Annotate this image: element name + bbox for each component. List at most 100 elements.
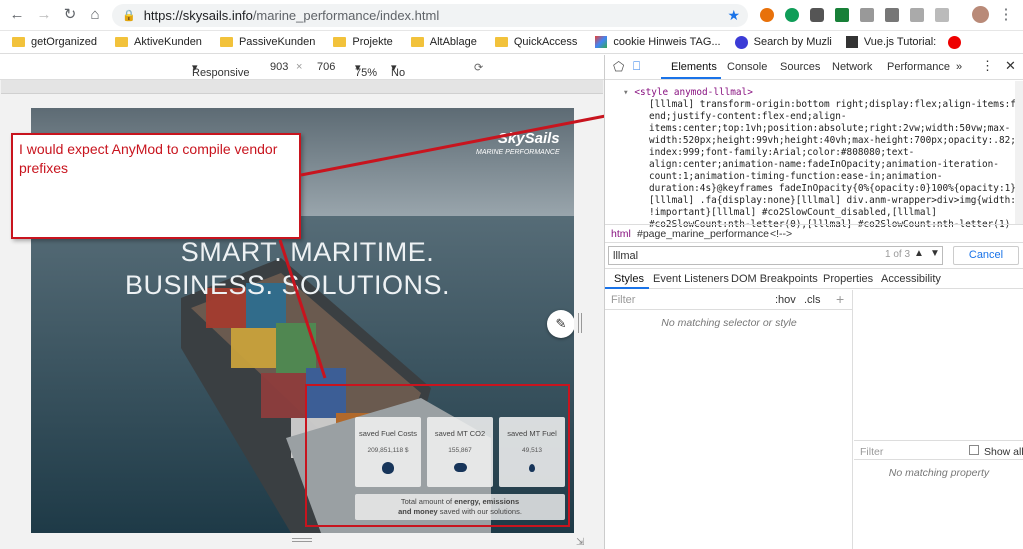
back-icon[interactable]: ← (8, 6, 26, 24)
home-icon[interactable]: ⌂ (86, 6, 104, 24)
code-line[interactable]: width:520px;height:99vh;height:40vh;max-… (649, 135, 1015, 147)
device-mode-icon[interactable]: ⎕ (633, 59, 640, 74)
extension-icon[interactable] (835, 8, 849, 22)
resize-handle-bottom[interactable] (292, 538, 312, 542)
height-input[interactable]: 706 (317, 61, 335, 73)
annotation-callout: I would expect AnyMod to compile vendor … (11, 133, 301, 239)
code-line[interactable]: [lllmal] transform-origin:bottom right;d… (649, 99, 1015, 111)
record-icon[interactable] (948, 35, 962, 49)
tab-network[interactable]: Network (832, 61, 872, 73)
show-all-checkbox[interactable] (969, 445, 979, 455)
bookmark-item[interactable]: AltAblage (410, 36, 477, 48)
tab-dom-breakpoints[interactable]: DOM Breakpoints (731, 273, 818, 285)
address-bar[interactable]: 🔒 https://skysails.info /marine_performa… (112, 4, 748, 27)
tab-console[interactable]: Console (727, 61, 767, 73)
bookmark-star-icon[interactable]: ★ (727, 7, 740, 24)
bookmark-item[interactable]: Vue.js Tutorial: (845, 36, 936, 48)
inspect-icon[interactable]: ⬠ (613, 59, 624, 75)
prev-match-icon[interactable]: ▲ (914, 248, 924, 259)
search-row: lllmal 1 of 3 ▲ ▼ Cancel (605, 242, 1023, 269)
folder-icon (219, 37, 233, 47)
tab-elements[interactable]: Elements (671, 61, 717, 73)
extension-icon[interactable] (760, 8, 774, 22)
extension-icon[interactable] (810, 8, 824, 22)
device-select[interactable]: Responsive ▾ (192, 61, 249, 79)
logo-main: SkySails (497, 130, 560, 147)
bookmark-item[interactable]: cookie Hinweis TAG... (595, 36, 721, 48)
extension-icon[interactable] (785, 8, 799, 22)
hov-button[interactable]: :hov (775, 294, 796, 306)
extension-icon[interactable] (935, 8, 949, 22)
hero-headline: SMART. MARITIME. BUSINESS. SOLUTIONS. (124, 237, 451, 300)
folder-icon (333, 37, 347, 47)
devtools-tabbar: ⬠ ⎕ Elements Console Sources Network Per… (605, 55, 1023, 80)
next-match-icon[interactable]: ▼ (930, 248, 940, 259)
code-line[interactable]: count:1;animation-timing-function:ease-i… (649, 171, 943, 183)
menu-icon[interactable]: ⋮ (997, 6, 1015, 24)
styles-filter-input[interactable]: Filter (611, 294, 635, 306)
styles-tabbar: Styles Event Listeners DOM Breakpoints P… (605, 269, 1023, 289)
folder-icon (115, 37, 129, 47)
bookmarks-bar: getOrganized AktiveKunden PassiveKunden … (0, 31, 1023, 54)
code-scrollbar[interactable] (1015, 81, 1023, 224)
rotate-icon[interactable]: ⟳ (474, 61, 483, 74)
throttle-select[interactable]: No throttling ▾ (391, 61, 433, 91)
breadcrumb-item[interactable]: #page_marine_performance (637, 228, 769, 240)
annotation-highlight-box (305, 384, 570, 527)
bookmark-item[interactable]: QuickAccess (494, 36, 577, 48)
add-rule-icon[interactable]: + (836, 291, 844, 307)
logo: SkySails MARINE PERFORMANCE (476, 130, 560, 156)
extension-icon[interactable] (860, 8, 874, 22)
code-line[interactable]: items:center;top:1vh;position:absolute;r… (649, 123, 1010, 135)
tab-event-listeners[interactable]: Event Listeners (653, 273, 729, 285)
bookmark-item[interactable]: Search by Muzli (734, 35, 832, 49)
bookmark-item[interactable]: Projekte (333, 36, 393, 48)
search-count: 1 of 3 (885, 249, 911, 260)
breadcrumb: html #page_marine_performance <!--> (605, 224, 1023, 242)
dimension-separator: × (296, 61, 303, 73)
avatar[interactable] (972, 6, 989, 23)
styles-filter-row: Filter :hov .cls + (605, 290, 853, 310)
tab-performance[interactable]: Performance (887, 61, 950, 73)
cls-button[interactable]: .cls (804, 294, 821, 306)
bookmark-item[interactable]: getOrganized (12, 36, 97, 48)
bookmark-item[interactable]: AktiveKunden (115, 36, 202, 48)
no-selector-message: No matching selector or style (661, 317, 797, 329)
close-icon[interactable]: ✕ (1005, 58, 1016, 74)
tab-styles[interactable]: Styles (614, 273, 644, 285)
breadcrumb-item[interactable]: <!--> (770, 228, 792, 240)
tab-overflow[interactable]: » (956, 61, 962, 73)
resize-corner-icon[interactable]: ⇲ (576, 537, 584, 548)
no-property-message: No matching property (888, 467, 990, 479)
code-line[interactable]: duration:4s}@keyframes fadeInOpacity{0%{… (649, 183, 1015, 195)
tab-properties[interactable]: Properties (823, 273, 873, 285)
computed-filter-input[interactable]: Filter (860, 446, 883, 458)
width-input[interactable]: 903 (270, 61, 288, 73)
tab-sources[interactable]: Sources (780, 61, 820, 73)
more-menu-icon[interactable]: ⋮ (981, 58, 994, 74)
extension-icon[interactable] (885, 8, 899, 22)
bookmark-item[interactable]: PassiveKunden (219, 36, 315, 48)
resize-handle-right[interactable] (578, 313, 582, 333)
muzli-icon (734, 35, 748, 49)
breadcrumb-item[interactable]: html (611, 228, 631, 240)
extension-icon[interactable] (910, 8, 924, 22)
cancel-button[interactable]: Cancel (953, 246, 1019, 265)
edit-pencil-icon[interactable]: ✎ (547, 310, 574, 338)
code-line[interactable]: end;justify-content:flex-end;align- (649, 111, 847, 123)
reload-icon[interactable]: ↻ (61, 6, 79, 24)
forward-icon[interactable]: → (35, 6, 53, 24)
code-line[interactable]: [lllmal] .fa{display:none}[lllmal] div.a… (649, 195, 1015, 207)
code-line[interactable]: index:999;font-family:Arial;color:#80808… (649, 147, 914, 159)
url-path: /marine_performance/index.html (252, 8, 440, 23)
folder-icon (12, 37, 25, 47)
browser-toolbar: ← → ↻ ⌂ 🔒 https://skysails.info /marine_… (0, 0, 1023, 31)
code-line[interactable]: !important}[lllmal] #co2SlowCount_disabl… (649, 207, 937, 219)
url-host: https://skysails.info (143, 8, 253, 23)
vue-icon (845, 36, 858, 48)
code-line[interactable]: align:center;animation-name:fadeInOpacit… (649, 159, 999, 171)
puzzle-icon (595, 36, 608, 48)
zoom-select[interactable]: 75% ▾ (355, 61, 377, 79)
code-line[interactable]: ▾ <style anymod-lllmal> (623, 87, 753, 99)
tab-accessibility[interactable]: Accessibility (881, 273, 941, 285)
